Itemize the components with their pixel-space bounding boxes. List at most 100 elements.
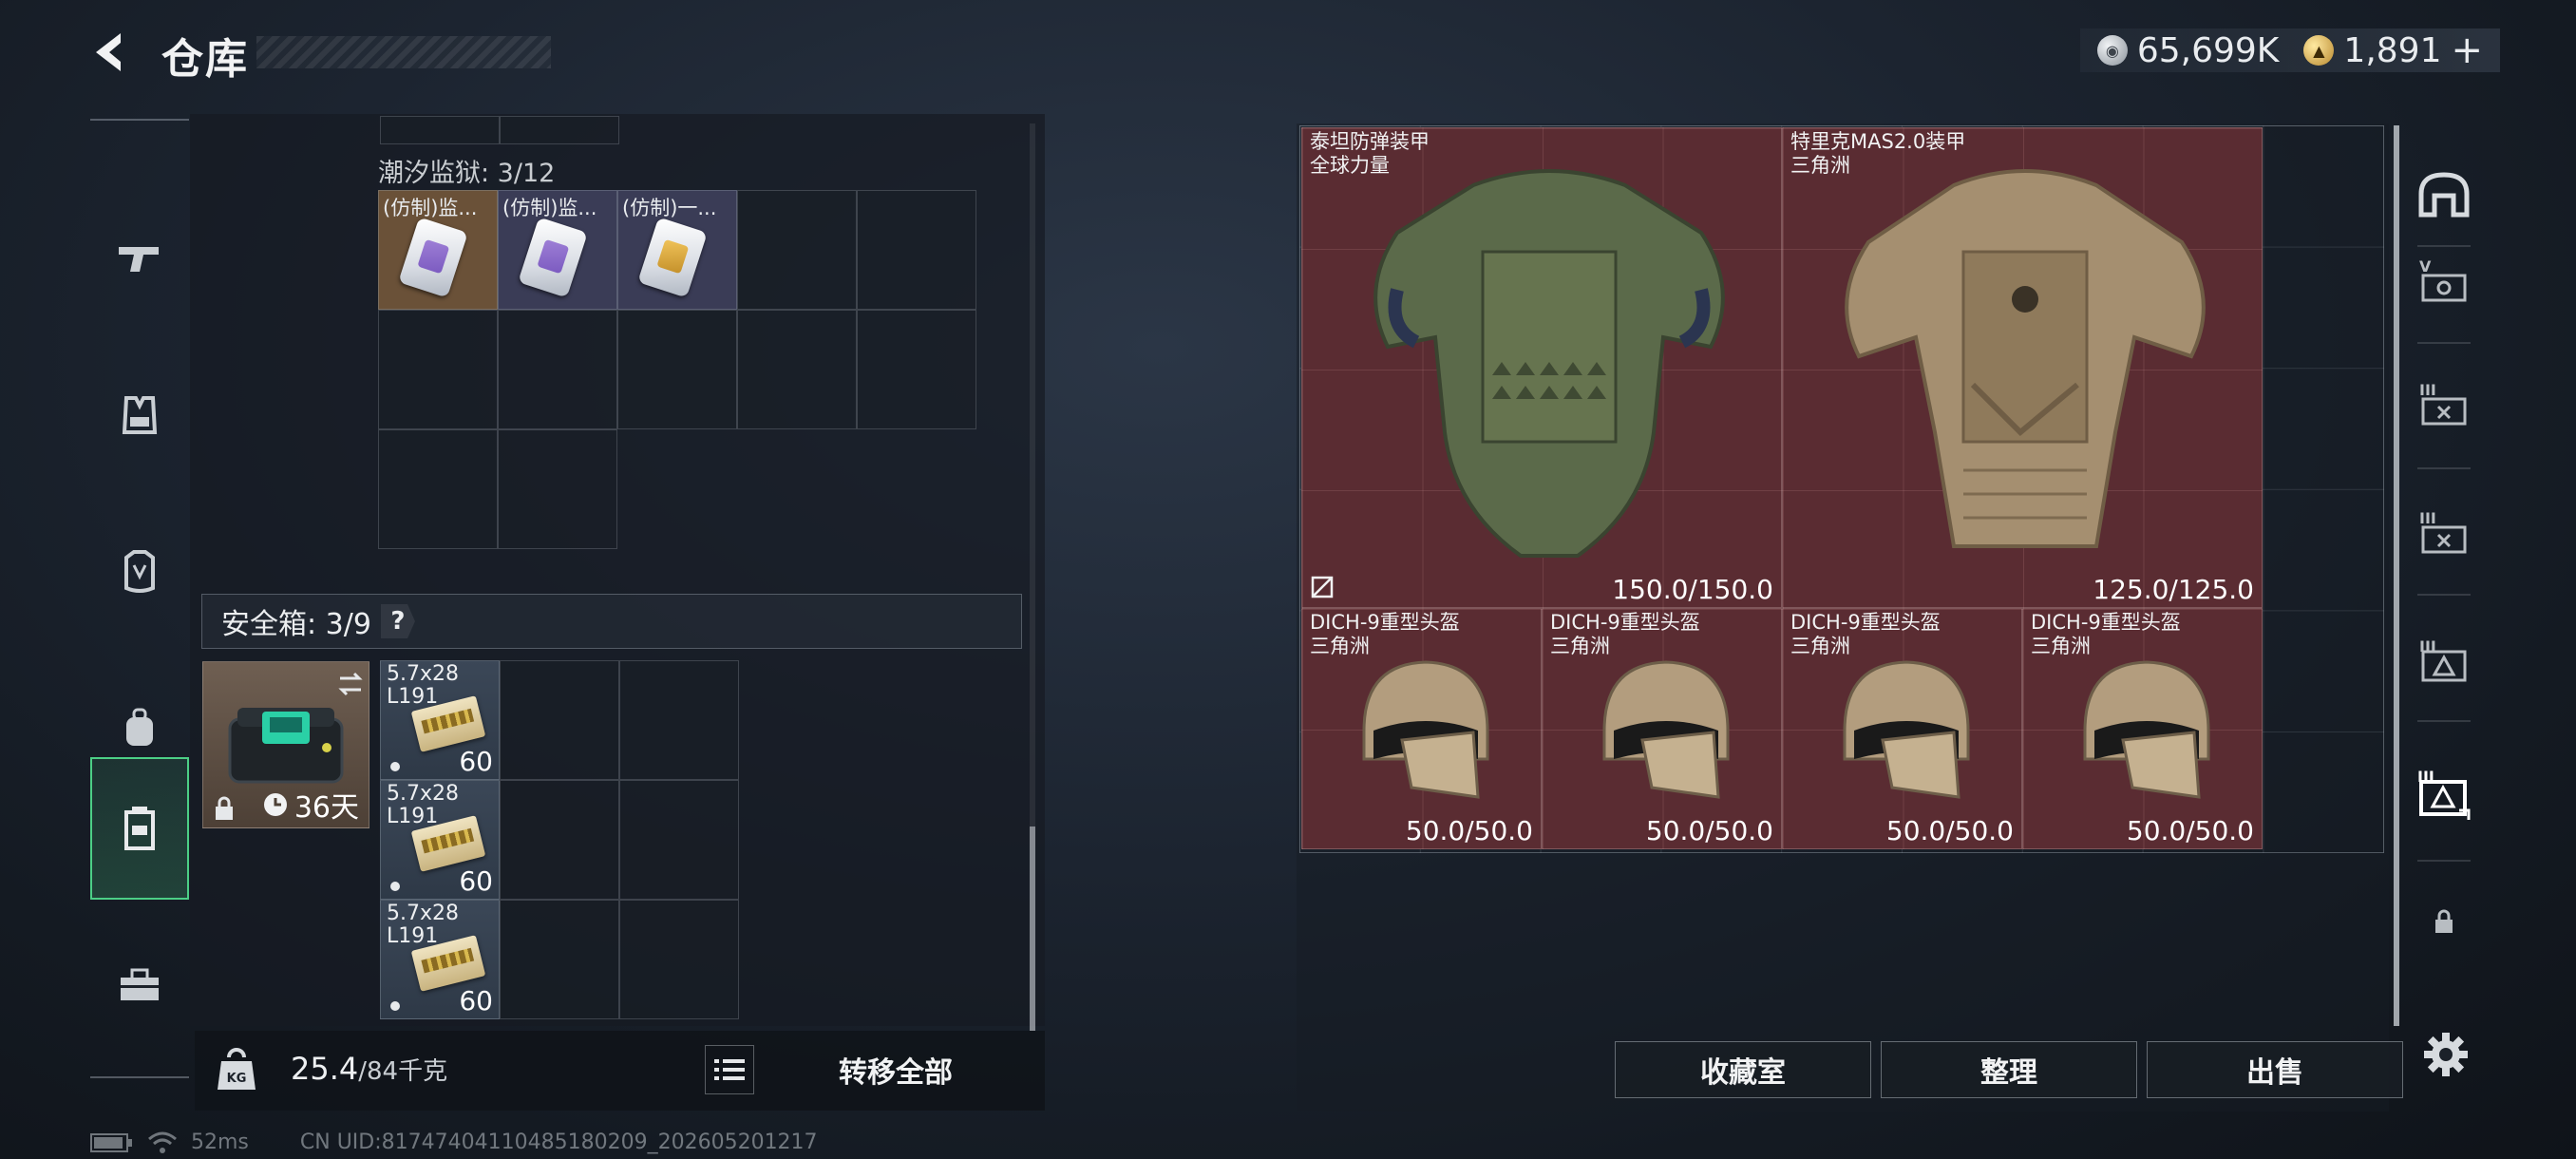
- grid-cell[interactable]: [737, 190, 857, 310]
- inventory-item[interactable]: (仿制)一...: [617, 190, 737, 310]
- settings-button[interactable]: [2413, 1021, 2479, 1088]
- stash-helmet-item[interactable]: DICH-9重型头盔 三角洲 50.0/50.0: [1542, 608, 1782, 849]
- swap-icon[interactable]: [336, 670, 365, 698]
- stash-helmet-item[interactable]: DICH-9重型头盔 三角洲 50.0/50.0: [1782, 608, 2022, 849]
- gold-coin-icon: ▲: [2303, 35, 2335, 66]
- gold-amount: 1,891: [2343, 30, 2442, 70]
- grid-cell[interactable]: [498, 310, 617, 429]
- stash-iii-icon: III: [2419, 381, 2467, 426]
- title-decoration: [256, 36, 551, 68]
- svg-text:III: III: [2419, 381, 2436, 399]
- stash-helmet-item[interactable]: DICH-9重型头盔 三角洲 50.0/50.0: [1301, 608, 1542, 849]
- grid-cell[interactable]: [378, 310, 498, 429]
- dome-icon: [2418, 172, 2470, 218]
- no-insure-icon: [1311, 576, 1334, 598]
- grid-cell[interactable]: [378, 429, 498, 549]
- grid-cell[interactable]: [619, 660, 739, 780]
- keycard-icon: [637, 217, 708, 298]
- grid-cell[interactable]: [619, 900, 739, 1019]
- stash-triangle-icon: III: [2419, 637, 2467, 682]
- page-title: 仓库: [161, 35, 249, 84]
- tab-separator: [2417, 720, 2471, 722]
- ammo-marker-icon: [390, 762, 400, 771]
- grid-cell[interactable]: [500, 900, 619, 1019]
- helmet-image: [1602, 660, 1730, 799]
- grid-cell[interactable]: [619, 780, 739, 900]
- rail-item-armor[interactable]: [90, 501, 189, 643]
- ping-value: 52ms: [191, 1130, 249, 1154]
- help-button[interactable]: ?: [380, 604, 415, 638]
- inventory-scrollbar-thumb[interactable]: [1030, 826, 1035, 1031]
- ammo-item[interactable]: 5.7x28 L191 60: [380, 660, 500, 780]
- ammo-count: 60: [459, 746, 493, 777]
- stash-scrollbar[interactable]: [2394, 125, 2399, 1026]
- grid-cell[interactable]: [500, 780, 619, 900]
- ammo-item[interactable]: 5.7x28 L191 60: [380, 780, 500, 900]
- stash-armor-item[interactable]: 泰坦防弹装甲 全球力量 150.0/150.0: [1301, 127, 1782, 608]
- stash-armor-item[interactable]: 特里克MAS2.0装甲 三角洲 125.0/125.0: [1782, 127, 2263, 608]
- gun-icon: [119, 247, 159, 272]
- list-icon: [714, 1059, 745, 1080]
- item-name: (仿制)监...: [383, 197, 478, 219]
- stash-tab-locked[interactable]: [2403, 869, 2485, 974]
- helmet-image: [2083, 660, 2210, 799]
- rail-item-safebox[interactable]: [90, 757, 189, 900]
- collection-room-button[interactable]: 收藏室: [1615, 1041, 1871, 1098]
- wifi-icon: [148, 1131, 177, 1153]
- organize-button[interactable]: 整理: [1881, 1041, 2137, 1098]
- grid-cell[interactable]: [500, 660, 619, 780]
- grid-cell[interactable]: [857, 190, 976, 310]
- grid-cell[interactable]: [498, 429, 617, 549]
- svg-text:KG: KG: [227, 1072, 247, 1086]
- add-currency-icon[interactable]: +: [2451, 28, 2483, 72]
- gold-currency[interactable]: ▲ 1,891 +: [2303, 28, 2483, 72]
- svg-text:V: V: [2419, 257, 2432, 276]
- durability-value: 50.0/50.0: [2126, 815, 2254, 846]
- sell-button[interactable]: 出售: [2147, 1041, 2403, 1098]
- stash-tab-2[interactable]: V: [2403, 228, 2485, 332]
- weight-display: 25.4/84千克: [291, 1051, 447, 1087]
- tab-separator: [2417, 467, 2471, 469]
- stash-tab-6-active[interactable]: III: [2403, 741, 2485, 846]
- rail-item-weapons[interactable]: [90, 187, 189, 330]
- safebox-image: [228, 708, 344, 784]
- inventory-item[interactable]: (仿制)监...: [498, 190, 617, 310]
- helmet-image: [1362, 660, 1489, 799]
- stash-tab-4[interactable]: III: [2403, 480, 2485, 584]
- silver-coin-icon: ◉: [2096, 35, 2128, 66]
- grid-cell: [380, 116, 500, 144]
- stash-triangle-selected-icon: III: [2417, 768, 2471, 820]
- ammo-count: 60: [459, 865, 493, 897]
- stash-item-name: 特里克MAS2.0装甲 三角洲: [1790, 130, 1966, 177]
- silver-amount: 65,699K: [2136, 30, 2280, 70]
- gear-icon: [2424, 1033, 2468, 1076]
- ammo-count: 60: [459, 985, 493, 1016]
- grid-cell[interactable]: [737, 310, 857, 429]
- list-view-button[interactable]: [705, 1045, 754, 1094]
- rail-item-vest[interactable]: [90, 344, 189, 486]
- keycard-icon: [518, 217, 588, 298]
- stash-tab-5[interactable]: III: [2403, 608, 2485, 712]
- rail-item-toolbox[interactable]: [90, 914, 189, 1056]
- stash-helmet-item[interactable]: DICH-9重型头盔 三角洲 50.0/50.0: [2022, 608, 2263, 849]
- stash-item-name: DICH-9重型头盔 三角洲: [1550, 611, 1700, 657]
- stash-tab-3[interactable]: III: [2403, 352, 2485, 456]
- body-armor-image: [1845, 169, 2206, 548]
- inventory-item[interactable]: (仿制)监...: [378, 190, 498, 310]
- grid-cell[interactable]: [857, 310, 976, 429]
- safebox-timer: 36天: [262, 784, 359, 826]
- stash-v-icon: V: [2419, 257, 2467, 302]
- grid-cell[interactable]: [617, 310, 737, 429]
- weight-max: /84千克: [358, 1057, 448, 1086]
- transfer-all-button[interactable]: 转移全部: [771, 1042, 1020, 1097]
- helmet-image: [1843, 660, 1970, 799]
- safebox-item[interactable]: 36天: [202, 661, 369, 828]
- weight-current: 25.4: [291, 1051, 359, 1087]
- clock-icon: [263, 793, 287, 816]
- ammo-marker-icon: [390, 882, 400, 891]
- back-button[interactable]: [85, 27, 137, 78]
- safebox-icon: [124, 807, 155, 850]
- lock-icon: [216, 796, 233, 820]
- silver-currency: ◉ 65,699K: [2096, 30, 2280, 70]
- ammo-item[interactable]: 5.7x28 L191 60: [380, 900, 500, 1019]
